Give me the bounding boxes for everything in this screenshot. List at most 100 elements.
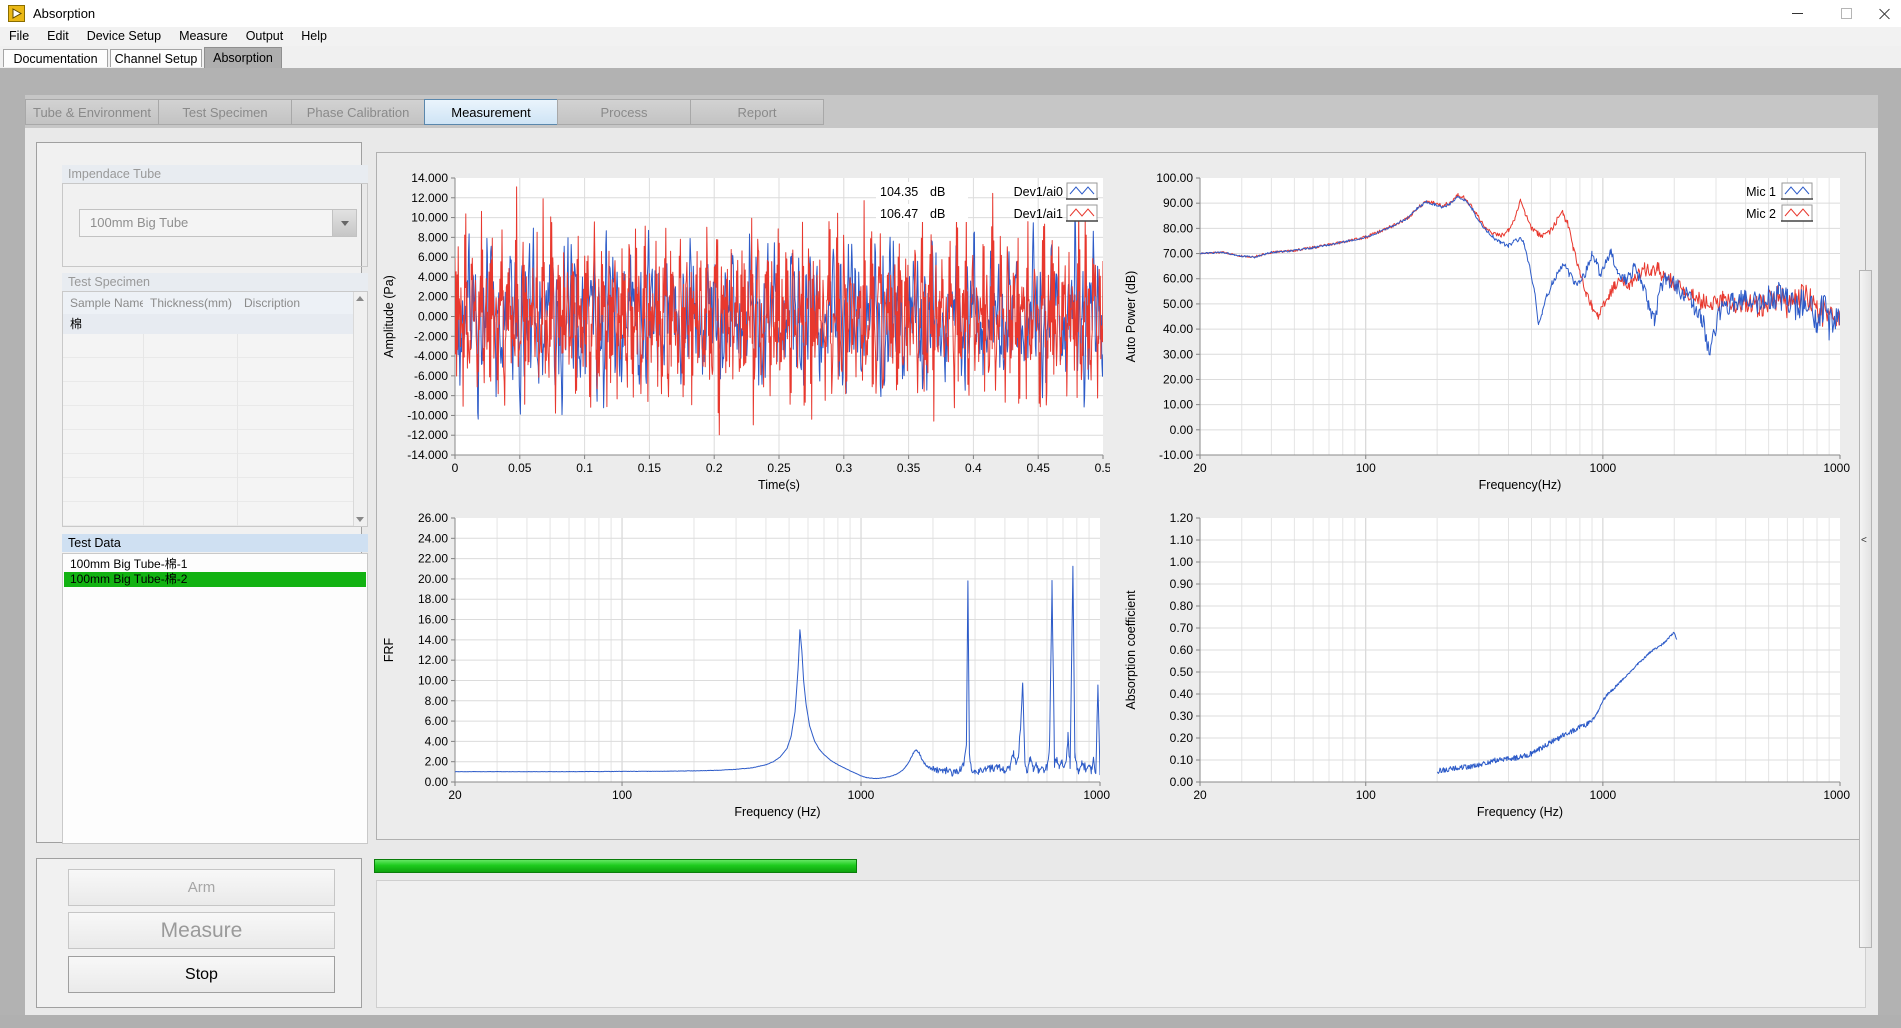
svg-text:60.00: 60.00 (1163, 272, 1193, 286)
subtab-measurement[interactable]: Measurement (424, 99, 558, 125)
svg-text:0.00: 0.00 (425, 775, 449, 789)
table-header-row: Sample Name Thickness(mm) Discription (63, 292, 353, 315)
arm-button[interactable]: Arm (68, 869, 335, 906)
empty-table-rows (63, 334, 353, 526)
empty-bottom-panel (376, 880, 1866, 1008)
svg-text:-8.000: -8.000 (414, 389, 448, 403)
chevron-left-icon: < (1861, 535, 1867, 546)
svg-text:20.00: 20.00 (1163, 372, 1193, 386)
svg-text:0.00: 0.00 (1170, 423, 1194, 437)
svg-text:Frequency (Hz): Frequency (Hz) (734, 805, 820, 819)
menu-help[interactable]: Help (292, 27, 336, 46)
svg-text:0.25: 0.25 (767, 461, 791, 475)
svg-text:FRF: FRF (382, 637, 396, 662)
svg-text:0.05: 0.05 (508, 461, 532, 475)
collapsed-panel-scrollbar[interactable]: < (1859, 270, 1872, 948)
tube-dropdown-value: 100mm Big Tube (90, 210, 188, 236)
svg-text:20: 20 (448, 788, 462, 802)
menu-output[interactable]: Output (237, 27, 293, 46)
svg-text:10000: 10000 (1823, 788, 1850, 802)
scroll-up-icon[interactable] (356, 296, 364, 301)
chevron-down-icon (341, 221, 349, 226)
table-scrollbar[interactable] (353, 292, 367, 526)
close-button[interactable] (1867, 0, 1901, 27)
svg-text:100.00: 100.00 (1156, 171, 1193, 185)
subtab-report[interactable]: Report (690, 99, 824, 125)
svg-text:Frequency (Hz): Frequency (Hz) (1477, 805, 1563, 819)
svg-text:Mic 1: Mic 1 (1746, 185, 1776, 199)
svg-text:dB: dB (930, 185, 945, 199)
svg-text:1000: 1000 (848, 788, 875, 802)
svg-text:0: 0 (452, 461, 459, 475)
test-specimen-table[interactable]: Sample Name Thickness(mm) Discription 棉 (62, 291, 368, 527)
minimize-button[interactable] (1780, 0, 1814, 27)
svg-text:1.00: 1.00 (1170, 555, 1194, 569)
tab-documentation[interactable]: Documentation (3, 49, 108, 67)
svg-text:1000: 1000 (1590, 788, 1617, 802)
list-item[interactable]: 100mm Big Tube-棉-1 (64, 557, 366, 572)
svg-text:-10.000: -10.000 (407, 408, 448, 422)
scroll-down-icon[interactable] (356, 517, 364, 522)
svg-text:6.00: 6.00 (425, 714, 449, 728)
svg-text:106.47: 106.47 (880, 207, 918, 221)
svg-text:-14.000: -14.000 (407, 448, 448, 462)
tab-channel-setup[interactable]: Channel Setup (110, 49, 202, 67)
svg-text:30.00: 30.00 (1163, 347, 1193, 361)
menu-file[interactable]: File (0, 27, 38, 46)
progress-bar (374, 859, 857, 873)
subtab-tube-environment[interactable]: Tube & Environment (25, 99, 159, 125)
svg-text:50.00: 50.00 (1163, 297, 1193, 311)
svg-text:12.00: 12.00 (418, 653, 448, 667)
maximize-icon (1841, 8, 1852, 19)
svg-text:0.90: 0.90 (1170, 577, 1194, 591)
window-title: Absorption (33, 6, 95, 21)
svg-text:0.50: 0.50 (1170, 665, 1194, 679)
cell-discription (237, 314, 353, 334)
tube-dropdown[interactable]: 100mm Big Tube (79, 209, 357, 237)
app-window: Absorption File Edit Device Setup Measur… (0, 0, 1901, 1028)
svg-text:20.00: 20.00 (418, 572, 448, 586)
menu-device-setup[interactable]: Device Setup (78, 27, 170, 46)
menu-measure[interactable]: Measure (170, 27, 237, 46)
column-sample-name: Sample Name (63, 292, 143, 314)
stop-button[interactable]: Stop (68, 956, 335, 993)
subtab-process[interactable]: Process (557, 99, 691, 125)
svg-text:22.00: 22.00 (418, 552, 448, 566)
maximize-button[interactable] (1829, 0, 1863, 27)
svg-text:0.2: 0.2 (706, 461, 723, 475)
menu-edit[interactable]: Edit (38, 27, 78, 46)
subtab-test-specimen[interactable]: Test Specimen (158, 99, 292, 125)
svg-text:0.80: 0.80 (1170, 599, 1194, 613)
svg-text:70.00: 70.00 (1163, 247, 1193, 261)
column-thickness: Thickness(mm) (143, 292, 237, 314)
svg-text:18.00: 18.00 (418, 592, 448, 606)
svg-text:104.35: 104.35 (880, 185, 918, 199)
measure-button[interactable]: Measure (68, 912, 335, 949)
svg-text:20: 20 (1193, 461, 1207, 475)
subtab-phase-calibration[interactable]: Phase Calibration (291, 99, 425, 125)
dropdown-arrow-button[interactable] (332, 210, 356, 236)
svg-text:6.000: 6.000 (418, 250, 448, 264)
table-row[interactable]: 棉 (63, 314, 353, 334)
impedance-tube-header: Impendace Tube (62, 165, 368, 183)
svg-text:1.10: 1.10 (1170, 533, 1194, 547)
setup-panel: Impendace Tube 100mm Big Tube Test Speci… (36, 142, 362, 843)
svg-text:8.000: 8.000 (418, 230, 448, 244)
svg-text:1.20: 1.20 (1170, 511, 1194, 525)
tab-absorption[interactable]: Absorption (204, 47, 282, 68)
time-domain-graph: -14.000-12.000-10.000-8.000-6.000-4.000-… (380, 165, 1110, 505)
svg-text:4.00: 4.00 (425, 734, 449, 748)
absorption-coefficient-graph: 0.000.100.200.300.400.500.600.700.800.90… (1122, 505, 1850, 830)
svg-text:80.00: 80.00 (1163, 221, 1193, 235)
svg-text:0.000: 0.000 (418, 310, 448, 324)
svg-text:40.00: 40.00 (1163, 322, 1193, 336)
column-discription: Discription (237, 292, 353, 314)
test-data-list[interactable]: 100mm Big Tube-棉-1 100mm Big Tube-棉-2 (62, 553, 368, 844)
bottom-edge-strip: 画图 (0, 1015, 1901, 1028)
svg-text:1000: 1000 (1590, 461, 1617, 475)
list-item-selected[interactable]: 100mm Big Tube-棉-2 (64, 572, 366, 587)
svg-text:0.70: 0.70 (1170, 621, 1194, 635)
measurement-content: Impendace Tube 100mm Big Tube Test Speci… (25, 128, 1878, 1015)
svg-text:dB: dB (930, 207, 945, 221)
svg-text:0.15: 0.15 (638, 461, 662, 475)
